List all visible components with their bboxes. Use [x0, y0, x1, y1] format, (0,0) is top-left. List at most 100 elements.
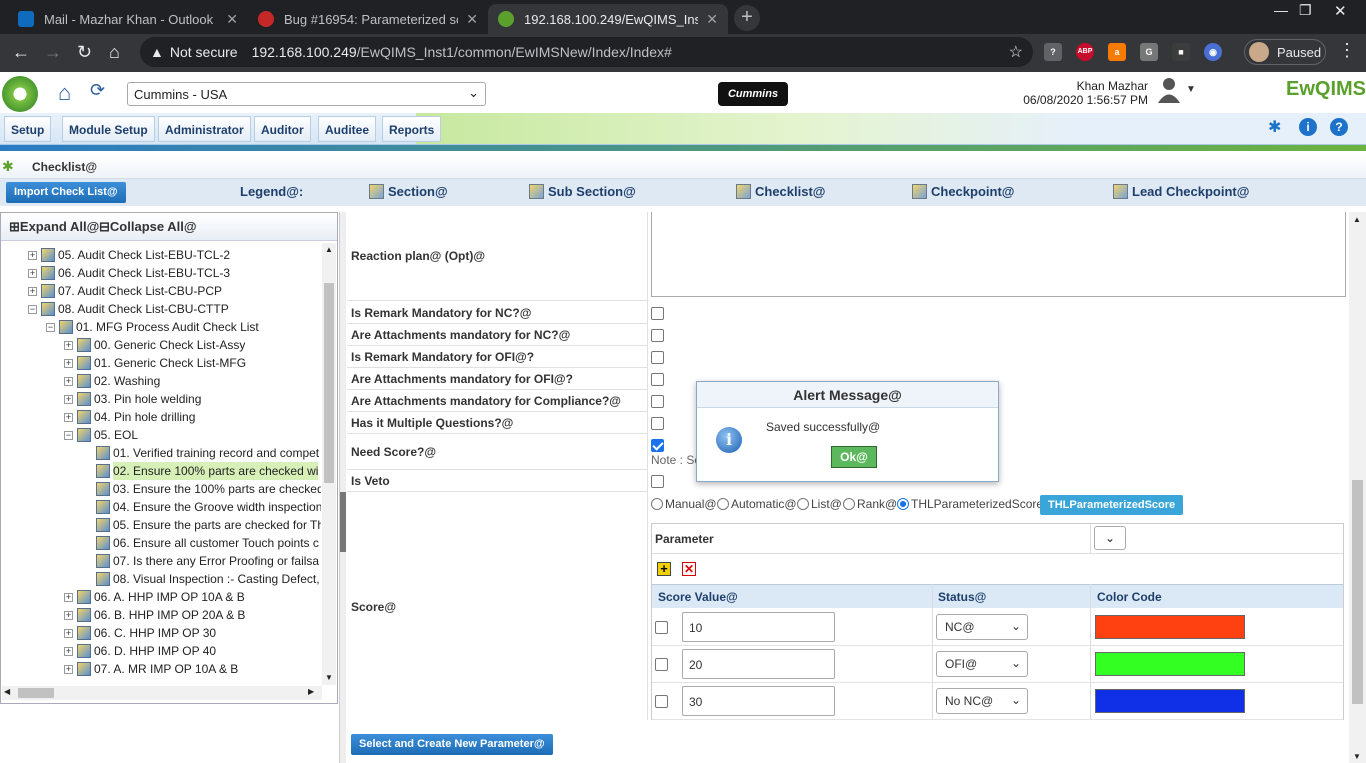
tree-node[interactable]: +03. Pin hole welding [64, 390, 201, 408]
tree-node[interactable]: +01. Generic Check List-MFG [64, 354, 246, 372]
adblock-icon[interactable]: ABP [1076, 43, 1094, 61]
menu-auditee[interactable]: Auditee [318, 116, 377, 142]
menu-setup[interactable]: Setup [4, 116, 52, 142]
tree-node[interactable]: 06. Ensure all customer Touch points c [96, 534, 319, 552]
add-row-icon[interactable]: + [657, 562, 671, 576]
thl-parameterized-score-button[interactable]: THLParameterizedScore [1040, 495, 1184, 515]
row-select-checkbox[interactable] [655, 695, 668, 708]
tab-ewqims[interactable]: 192.168.100.249/EwQIMS_Inst1/c ✕ [488, 4, 728, 34]
tree-node[interactable]: − 08. Audit Check List-CBU-CTTP [28, 300, 229, 318]
tree-horizontal-scrollbar[interactable]: ◀ ▶ [2, 686, 322, 700]
collapse-icon[interactable]: − [64, 430, 73, 440]
expand-icon[interactable]: + [64, 394, 73, 404]
tree-node[interactable]: 02. Ensure 100% parts are checked wi [96, 462, 319, 480]
refresh-icon[interactable]: ⟳ [90, 80, 105, 101]
score-value-input[interactable]: 10 [682, 612, 835, 642]
scroll-down-icon[interactable]: ▼ [325, 673, 333, 682]
extension-icon[interactable]: ■ [1172, 43, 1190, 61]
row-select-checkbox[interactable] [655, 621, 668, 634]
chevron-down-icon[interactable]: ▼ [1186, 84, 1196, 95]
forward-icon[interactable]: → [44, 42, 62, 63]
tree-node[interactable]: +06. D. HHP IMP OP 40 [64, 642, 216, 660]
tree-node[interactable]: +02. Washing [64, 372, 160, 390]
scroll-up-icon[interactable]: ▲ [325, 245, 333, 254]
remark-nc-checkbox[interactable] [651, 307, 664, 320]
organization-select[interactable]: Cummins - USA ⌄ [127, 82, 486, 106]
tree-node[interactable]: +06. B. HHP IMP OP 20A & B [64, 606, 245, 624]
expand-icon[interactable]: + [64, 628, 73, 638]
tree-node[interactable]: − 01. MFG Process Audit Check List [46, 318, 259, 336]
menu-module-setup[interactable]: Module Setup [62, 116, 155, 142]
restore-icon[interactable]: ❐ [1299, 2, 1312, 19]
color-swatch[interactable] [1095, 615, 1245, 639]
tree-node[interactable]: − 05. EOL [64, 426, 138, 444]
expand-icon[interactable]: + [28, 286, 37, 296]
grammar-icon[interactable]: G [1140, 43, 1158, 61]
tree-node[interactable]: +05. Audit Check List-EBU-TCL-2 [28, 246, 230, 264]
expand-icon[interactable]: + [64, 592, 73, 602]
status-select[interactable]: NC@ ⌄ [936, 614, 1028, 640]
expand-icon[interactable]: + [64, 376, 73, 386]
app-logo-icon[interactable] [2, 76, 38, 112]
new-tab-button[interactable]: + [734, 5, 760, 31]
minimize-icon[interactable]: — [1274, 2, 1288, 18]
tree-vertical-scrollbar[interactable]: ▲ ▼ [322, 243, 336, 685]
parameter-select[interactable]: ⌄ [1094, 526, 1126, 550]
tree-node[interactable]: +06. A. HHP IMP OP 10A & B [64, 588, 245, 606]
close-window-icon[interactable]: ✕ [1334, 2, 1347, 20]
pin-icon[interactable]: ✱ [1268, 117, 1281, 137]
close-icon[interactable]: ✕ [226, 11, 238, 28]
tree-node[interactable]: 04. Ensure the Groove width inspection [96, 498, 321, 516]
multiple-questions-checkbox[interactable] [651, 417, 664, 430]
score-type-automatic[interactable]: Automatic@ [717, 497, 797, 511]
form-vertical-scrollbar[interactable]: ▲ ▼ [1349, 212, 1366, 763]
expand-icon[interactable]: + [64, 358, 73, 368]
score-type-list[interactable]: List@ [797, 497, 842, 511]
home-icon[interactable]: ⌂ [58, 80, 71, 106]
scroll-right-icon[interactable]: ▶ [308, 687, 314, 696]
tree-node[interactable]: +06. Audit Check List-EBU-TCL-3 [28, 264, 230, 282]
attach-nc-checkbox[interactable] [651, 329, 664, 342]
import-checklist-button[interactable]: Import Check List@ [6, 182, 126, 203]
remark-ofi-checkbox[interactable] [651, 351, 664, 364]
score-value-input[interactable]: 20 [682, 649, 835, 679]
profile-button[interactable]: Paused [1244, 39, 1326, 65]
tree-node[interactable]: +06. C. HHP IMP OP 30 [64, 624, 216, 642]
tree-node[interactable]: 08. Visual Inspection :- Casting Defect, [96, 570, 320, 588]
close-icon[interactable]: ✕ [706, 11, 718, 28]
collapse-icon[interactable]: − [46, 322, 55, 332]
menu-reports[interactable]: Reports [382, 116, 442, 142]
delete-row-icon[interactable]: ✕ [682, 562, 696, 576]
tree-node[interactable]: +04. Pin hole drilling [64, 408, 195, 426]
scroll-up-icon[interactable]: ▲ [1353, 215, 1361, 224]
expand-icon[interactable]: + [64, 646, 73, 656]
tab-bug[interactable]: Bug #16954: Parameterized score ✕ [248, 4, 488, 34]
reaction-plan-textarea[interactable] [651, 212, 1346, 297]
tree-node[interactable]: +07. Audit Check List-CBU-PCP [28, 282, 222, 300]
menu-auditor[interactable]: Auditor [254, 116, 311, 142]
expand-icon[interactable]: + [64, 412, 73, 422]
extension-icon[interactable]: ◉ [1204, 43, 1222, 61]
bookmark-star-icon[interactable]: ☆ [1009, 42, 1023, 62]
expand-icon[interactable]: + [28, 268, 37, 278]
tree-node[interactable]: +00. Generic Check List-Assy [64, 336, 245, 354]
home-icon[interactable]: ⌂ [109, 42, 120, 63]
expand-icon[interactable]: + [64, 610, 73, 620]
reload-icon[interactable]: ↻ [77, 42, 92, 63]
color-swatch[interactable] [1095, 652, 1245, 676]
back-icon[interactable]: ← [12, 42, 30, 63]
address-bar[interactable]: ▲ Not secure 192.168.100.249/EwQIMS_Inst… [140, 37, 1033, 67]
close-icon[interactable]: ✕ [466, 11, 478, 28]
menu-administrator[interactable]: Administrator [158, 116, 251, 142]
expand-icon[interactable]: + [64, 664, 73, 674]
tree-node[interactable]: +07. A. MR IMP OP 10A & B [64, 660, 238, 678]
tree-node[interactable]: 05. Ensure the parts are checked for Th [96, 516, 321, 534]
scroll-left-icon[interactable]: ◀ [4, 687, 10, 696]
expand-icon[interactable]: + [64, 340, 73, 350]
status-select[interactable]: OFI@ ⌄ [936, 651, 1028, 677]
color-swatch[interactable] [1095, 689, 1245, 713]
score-type-thl[interactable]: THLParameterizedScore [897, 497, 1043, 511]
score-value-input[interactable]: 30 [682, 686, 835, 716]
need-score-checkbox[interactable] [651, 439, 664, 452]
is-veto-checkbox[interactable] [651, 475, 664, 488]
